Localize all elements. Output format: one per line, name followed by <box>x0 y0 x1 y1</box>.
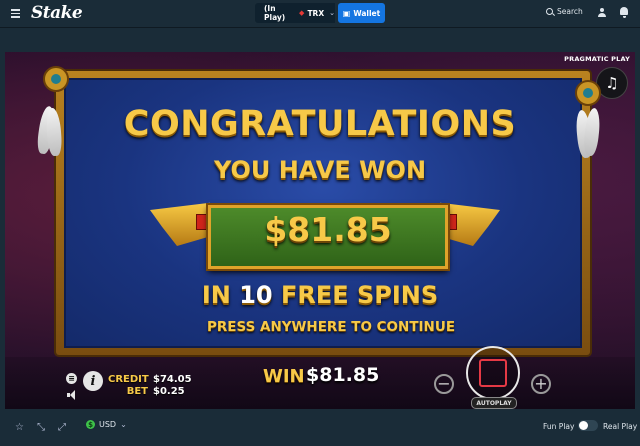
real-play-label: Real Play <box>603 422 638 431</box>
totem-medal-right <box>575 80 601 106</box>
congrats-title: CONGRATULATIONS <box>123 104 517 144</box>
continue-prompt[interactable]: PRESS ANYWHERE TO CONTINUE <box>0 319 640 335</box>
win-label: WIN <box>263 366 305 387</box>
chevron-down-icon: ⌄ <box>120 420 127 429</box>
toggle-knob <box>579 421 588 430</box>
balance-label: (In Play) <box>264 4 286 22</box>
stats-icon[interactable]: ⤡ <box>37 422 45 433</box>
wallet-button[interactable]: ▣ Wallet <box>338 3 385 23</box>
currency-code: TRX <box>307 8 325 18</box>
currency-label: USD <box>99 420 117 429</box>
wallet-icon: ▣ <box>342 8 351 18</box>
stop-icon <box>479 359 507 387</box>
trx-icon: ◆ <box>299 9 305 17</box>
currency-icon: $ <box>86 420 95 429</box>
credit-label: CREDIT <box>108 374 149 385</box>
currency-selector[interactable]: $ USD ⌄ <box>86 420 127 429</box>
free-spins-prefix: IN <box>201 281 231 309</box>
fullscreen-icon[interactable]: ⤢ <box>58 422 66 433</box>
increase-bet-button[interactable]: + <box>531 374 551 394</box>
top-bar: Stake (In Play) ◆ TRX ⌄ ▣ Wallet Search <box>0 0 640 28</box>
gem-left-icon <box>196 214 207 230</box>
bet-value: $0.25 <box>153 386 185 397</box>
user-icon[interactable] <box>597 8 606 18</box>
menu-icon[interactable]: ≡ <box>66 373 77 384</box>
spin-stop-button[interactable] <box>466 346 520 400</box>
search-label: Search <box>557 7 583 16</box>
autoplay-button[interactable]: AUTOPLAY <box>471 397 517 409</box>
win-amount: $81.85 <box>264 210 392 249</box>
totem-medal-left <box>43 66 69 92</box>
search-button[interactable]: Search <box>546 7 583 16</box>
search-icon <box>546 8 553 15</box>
menu-icon[interactable] <box>11 9 20 18</box>
star-icon[interactable]: ☆ <box>15 422 24 433</box>
stake-logo[interactable]: Stake <box>31 3 83 23</box>
free-spins-suffix: FREE SPINS <box>280 281 439 309</box>
wallet-label: Wallet <box>353 8 381 18</box>
provider-label: PRAGMATIC PLAY <box>564 55 630 63</box>
sound-icon[interactable] <box>67 390 77 400</box>
free-spins-text: IN 10 FREE SPINS <box>0 281 640 309</box>
decrease-bet-button[interactable]: − <box>434 374 454 394</box>
info-icon[interactable]: i <box>83 371 103 391</box>
credit-value: $74.05 <box>153 374 192 385</box>
you-have-won-text: YOU HAVE WON <box>213 156 427 184</box>
fun-play-label: Fun Play <box>543 422 575 431</box>
bottom-bar: ☆ ⤡ ⤢ $ USD ⌄ Fun Play Real Play <box>0 413 640 446</box>
balance-selector[interactable]: (In Play) ◆ TRX ⌄ <box>255 3 335 23</box>
win-value: $81.85 <box>306 364 380 386</box>
bell-icon[interactable] <box>620 7 628 18</box>
free-spins-count: 10 <box>239 281 273 309</box>
bet-label: BET <box>126 386 148 397</box>
chevron-down-icon: ⌄ <box>329 9 335 17</box>
play-mode-toggle[interactable] <box>578 420 598 431</box>
